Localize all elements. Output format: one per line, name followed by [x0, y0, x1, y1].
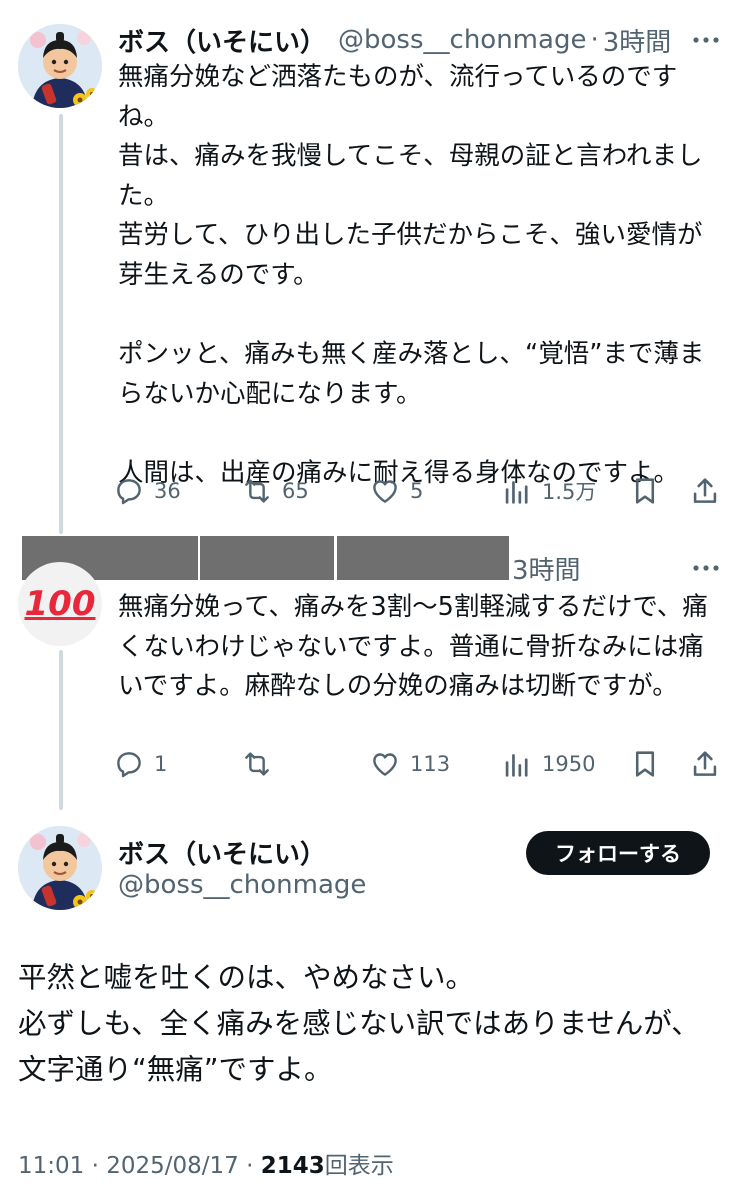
reply-icon	[117, 479, 141, 505]
redacted-header	[200, 536, 334, 580]
tweet-header: 3時間	[512, 548, 724, 588]
retweet-icon	[245, 752, 269, 776]
retweet-icon	[245, 479, 269, 503]
views-icon	[505, 481, 528, 504]
like-count: 113	[410, 752, 451, 776]
follow-button[interactable]: フォローする	[526, 831, 710, 875]
tweet-actions: 36 65 5 1.5万	[112, 469, 732, 513]
user-handle[interactable]: @boss__chonmage	[338, 25, 586, 55]
tweet-meta: 11:01 · 2025/08/17 · 2143回表示	[18, 1146, 394, 1180]
like-button[interactable]: 5	[368, 469, 423, 513]
separator: ·	[246, 1153, 254, 1179]
retweet-button[interactable]	[240, 742, 282, 786]
thread-line	[59, 650, 63, 810]
retweet-button[interactable]: 65	[240, 469, 309, 513]
user-handle[interactable]: @boss__chonmage	[118, 870, 366, 900]
bookmark-button[interactable]	[628, 469, 662, 513]
share-button[interactable]	[688, 469, 722, 513]
tweet-text: 無痛分娩って、痛みを3割〜5割軽減するだけで、痛くないわけじゃないですよ。普通に…	[118, 592, 708, 702]
tweet-time[interactable]: 11:01	[18, 1153, 84, 1179]
bookmark-icon	[635, 751, 655, 777]
view-label: 回表示	[324, 1153, 394, 1179]
view-count: 2143	[260, 1153, 325, 1179]
avatar-image	[18, 826, 102, 910]
like-button[interactable]: 113	[368, 742, 450, 786]
more-icon[interactable]	[688, 20, 724, 60]
avatar[interactable]: 100	[18, 562, 102, 646]
main-avatar[interactable]	[18, 826, 102, 910]
views-button[interactable]: 1.5万	[500, 469, 596, 513]
separator: ·	[91, 1153, 99, 1179]
views-button[interactable]: 1950	[500, 742, 595, 786]
more-icon[interactable]	[688, 548, 724, 588]
display-name[interactable]: ボス（いそにい）	[118, 22, 326, 59]
redacted-header	[337, 536, 509, 580]
avatar[interactable]	[18, 24, 102, 108]
views-icon	[505, 754, 528, 777]
tweet-date[interactable]: 2025/08/17	[106, 1153, 239, 1179]
tweet-header: ボス（いそにい） @boss__chonmage · 3時間	[118, 20, 724, 60]
views-count: 1950	[542, 752, 596, 776]
reply-count: 1	[154, 752, 168, 776]
retweet-count: 65	[282, 479, 309, 503]
timestamp[interactable]: 3時間	[512, 550, 581, 587]
avatar-image	[18, 24, 102, 108]
reply-count: 36	[154, 479, 181, 503]
views-count: 1.5万	[542, 480, 597, 504]
separator: ·	[590, 25, 599, 55]
like-icon	[373, 480, 397, 503]
tweet-actions: 1 113 1950	[112, 742, 732, 786]
reply-icon	[117, 752, 141, 778]
thread-line	[59, 114, 63, 534]
share-button[interactable]	[688, 742, 722, 786]
bookmark-button[interactable]	[628, 742, 662, 786]
reply-button[interactable]: 36	[112, 469, 181, 513]
display-name[interactable]: ボス（いそにい）	[118, 834, 326, 871]
share-icon	[693, 751, 717, 776]
like-count: 5	[410, 479, 424, 503]
tweet-text: 無痛分娩など洒落たものが、流行っているのですね。 昔は、痛みを我慢してこそ、母親…	[118, 62, 705, 488]
tweet-text: 平然と嘘を吐くのは、やめなさい。 必ずしも、全く痛みを感じない訳ではありませんが…	[18, 961, 700, 1086]
timestamp[interactable]: 3時間	[603, 22, 672, 59]
reply-button[interactable]: 1	[112, 742, 167, 786]
hundred-points-icon: 100	[24, 584, 96, 624]
like-icon	[373, 753, 397, 776]
bookmark-icon	[635, 478, 655, 504]
share-icon	[693, 478, 717, 503]
